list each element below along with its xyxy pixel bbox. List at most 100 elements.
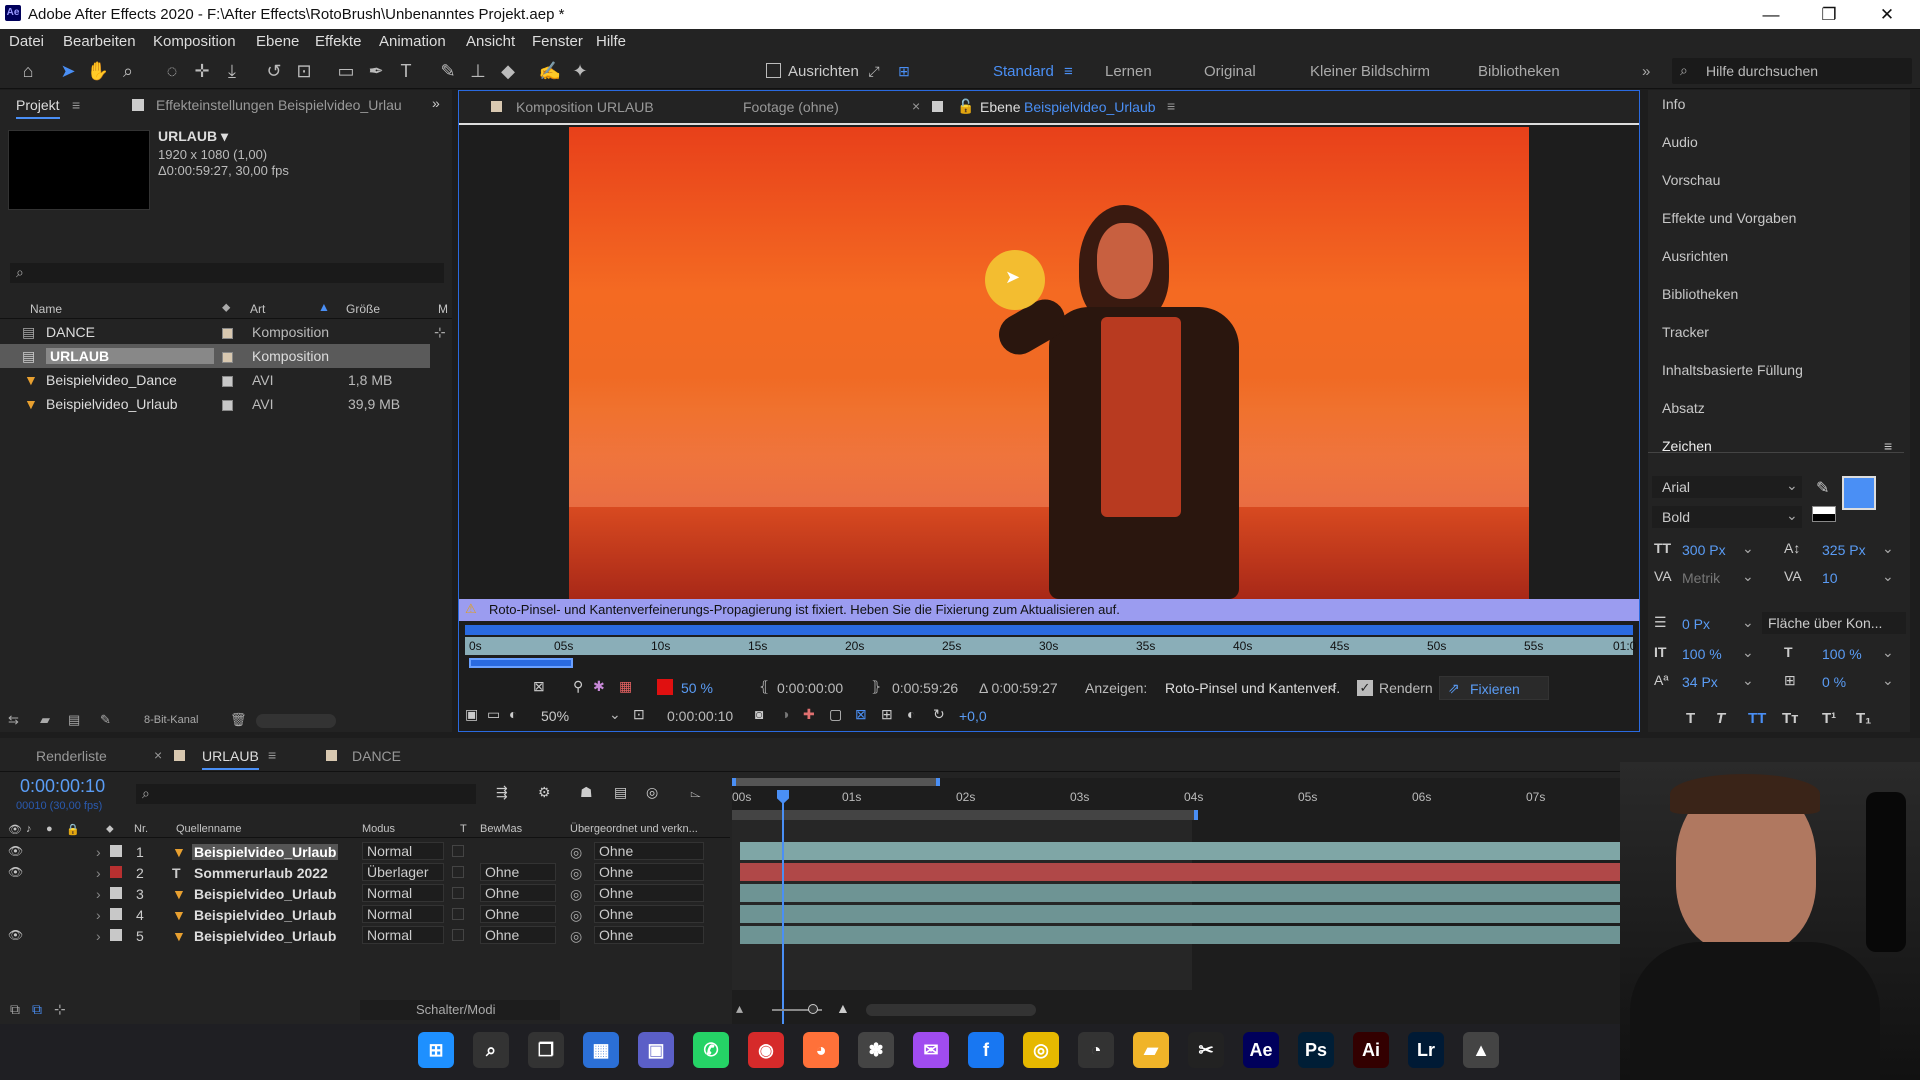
panel-preview[interactable]: Vorschau — [1662, 172, 1720, 188]
taskview-icon[interactable]: ❐ — [528, 1032, 564, 1068]
screenrec-icon[interactable]: ◉ — [748, 1032, 784, 1068]
chevron-down-icon[interactable]: ⌄ — [609, 706, 621, 723]
rectangle-tool-icon[interactable]: ▭ — [334, 59, 358, 83]
panel-character[interactable]: Zeichen — [1662, 438, 1712, 454]
workspace-libraries[interactable]: Bibliotheken — [1478, 63, 1560, 80]
pickwhip-icon[interactable]: ◎ — [570, 928, 582, 945]
expand-arrow-icon[interactable]: › — [96, 844, 101, 860]
orbit-tool-icon[interactable]: ◌ — [160, 59, 184, 83]
pan-tool-icon[interactable]: ✛ — [190, 59, 214, 83]
exposure-icon[interactable]: ◐ — [907, 706, 915, 722]
col-nr[interactable]: Nr. — [134, 823, 148, 835]
out-time[interactable]: 0:00:59:26 — [892, 680, 958, 696]
faux-italic-icon[interactable]: T — [1716, 710, 1725, 727]
lightroom-icon[interactable]: Lr — [1408, 1032, 1444, 1068]
align-checkbox[interactable] — [766, 63, 781, 78]
anchor-tool-icon[interactable]: ⊡ — [292, 59, 316, 83]
project-item[interactable]: ▼ Beispielvideo_Dance AVI 1,8 MB — [0, 368, 432, 392]
transfer-controls-icon[interactable]: ⧉ — [32, 1001, 42, 1018]
magnification[interactable]: 50% — [541, 708, 569, 724]
panel-paragraph[interactable]: Absatz — [1662, 400, 1705, 416]
panel-overflow-icon[interactable]: » — [432, 95, 440, 111]
horizontal-scrollbar[interactable] — [866, 1004, 1036, 1016]
font-size-value[interactable]: 300 Px — [1682, 542, 1726, 558]
chevron-down-icon[interactable]: ⌄ — [1742, 672, 1754, 689]
messenger-icon[interactable]: ✉ — [913, 1032, 949, 1068]
tab-urlaub[interactable]: URLAUB — [202, 748, 259, 770]
eye-icon[interactable]: 👁 — [8, 865, 23, 879]
blend-mode-select[interactable]: Normal — [362, 905, 444, 923]
font-style-select[interactable]: Bold ⌄ — [1652, 506, 1802, 528]
chevron-down-icon[interactable]: ⌄ — [1742, 540, 1754, 557]
parent-select[interactable]: Ohne — [594, 842, 704, 860]
leading-value[interactable]: 325 Px — [1822, 542, 1866, 558]
layer-switches-icon[interactable]: ⧉ — [10, 1001, 20, 1018]
project-item[interactable]: ▼ Beispielvideo_Urlaub AVI 39,9 MB — [0, 392, 432, 416]
shy-icon[interactable]: ☗ — [580, 784, 593, 801]
pickwhip-icon[interactable]: ◎ — [570, 886, 582, 903]
menu-layer[interactable]: Ebene — [256, 33, 299, 50]
col-t[interactable]: T — [460, 823, 467, 835]
search-icon[interactable]: ⌕ — [473, 1032, 509, 1068]
label-swatch[interactable] — [110, 929, 122, 941]
photoshop-icon[interactable]: Ps — [1298, 1032, 1334, 1068]
current-time-display[interactable]: 0:00:00:10 — [20, 776, 105, 797]
home-icon[interactable]: ⌂ — [16, 59, 40, 83]
explorer-icon[interactable]: ▰ — [1133, 1032, 1169, 1068]
help-search-input[interactable]: Hilfe durchsuchen — [1706, 63, 1818, 79]
show-snapshot-icon[interactable]: ◑ — [781, 706, 789, 722]
teams-icon[interactable]: ▣ — [638, 1032, 674, 1068]
freeze-button[interactable]: ⇗ Fixieren — [1439, 676, 1549, 700]
out-point-icon[interactable]: ⦄ — [871, 678, 881, 695]
chevron-down-icon[interactable]: ⌄ — [1742, 614, 1754, 631]
zoom-navigator[interactable] — [732, 778, 940, 786]
project-item[interactable]: ▤ DANCE Komposition ⊹ — [0, 320, 446, 344]
close-tab-icon[interactable]: × — [154, 747, 162, 763]
roto-time-ruler[interactable]: 0s 05s 10s 15s 20s 25s 30s 35s 40s 45s 5… — [465, 637, 1636, 655]
panel-tracker[interactable]: Tracker — [1662, 324, 1709, 340]
layer-row[interactable]: › 4 ▼ Beispielvideo_Urlaub Normal Ohne ◎… — [0, 904, 730, 925]
selection-tool-icon[interactable]: ➤ — [56, 59, 80, 83]
col-type[interactable]: Art — [250, 302, 265, 316]
close-button[interactable]: ✕ — [1858, 0, 1916, 29]
layer-row[interactable]: › 3 ▼ Beispielvideo_Urlaub Normal Ohne ◎… — [0, 883, 730, 904]
dolly-tool-icon[interactable]: ⤓ — [220, 59, 244, 83]
tab-layer-name[interactable]: Beispielvideo_Urlaub — [1024, 99, 1156, 115]
tab-project[interactable]: Projekt — [16, 97, 60, 119]
chevron-down-icon[interactable]: ⌄ — [1882, 540, 1894, 557]
small-caps-icon[interactable]: Tт — [1782, 710, 1799, 727]
flowchart-icon[interactable]: ⊹ — [434, 324, 446, 341]
bit-depth[interactable]: 8-Bit-Kanal — [144, 714, 198, 726]
parent-select[interactable]: Ohne — [594, 884, 704, 902]
kerning-value[interactable]: Metrik — [1682, 570, 1720, 586]
workspace-original[interactable]: Original — [1204, 63, 1256, 80]
grid-icon[interactable]: ⊞ — [881, 706, 893, 723]
fill-color-swatch[interactable] — [1842, 476, 1876, 510]
monitor-icon[interactable]: ▭ — [487, 706, 500, 723]
tab-effect-controls[interactable]: Effekteinstellungen Beispielvideo_Urlau — [156, 97, 404, 113]
selected-comp-name[interactable]: URLAUB ▾ — [158, 128, 228, 145]
expand-arrow-icon[interactable]: › — [96, 907, 101, 923]
horizontal-scale-value[interactable]: 100 % — [1822, 646, 1862, 662]
timeline-search-input[interactable]: ⌕ — [136, 784, 476, 804]
rotate-tool-icon[interactable]: ↺ — [262, 59, 286, 83]
text-tool-icon[interactable]: T — [394, 59, 418, 83]
pickwhip-icon[interactable]: ◎ — [570, 907, 582, 924]
reset-exposure-icon[interactable]: ↻ — [933, 706, 945, 723]
clock-icon[interactable]: ◔ — [1078, 1032, 1114, 1068]
blend-mode-select[interactable]: Normal — [362, 884, 444, 902]
layer-timeline-bar[interactable] — [465, 625, 1633, 635]
track-matte-select[interactable]: Ohne — [480, 905, 556, 923]
workspace-small-screen[interactable]: Kleiner Bildschirm — [1310, 63, 1430, 80]
subscript-icon[interactable]: T₁ — [1856, 710, 1871, 727]
menu-window[interactable]: Fenster — [532, 33, 583, 50]
menu-view[interactable]: Ansicht — [466, 33, 515, 50]
faux-bold-icon[interactable]: T — [1686, 710, 1695, 727]
layer-row[interactable]: 👁 › 1 ▼ Beispielvideo_Urlaub Normal ◎ Oh… — [0, 841, 730, 862]
region-icon[interactable]: ⊡ — [633, 706, 645, 723]
render-checkbox[interactable]: ✓ — [1357, 680, 1373, 696]
panel-effects-presets[interactable]: Effekte und Vorgaben — [1662, 210, 1796, 226]
label-swatch[interactable] — [110, 866, 122, 878]
switch-modes-button[interactable]: Schalter/Modi — [360, 1000, 560, 1020]
eye-icon[interactable]: 👁 — [8, 928, 23, 942]
